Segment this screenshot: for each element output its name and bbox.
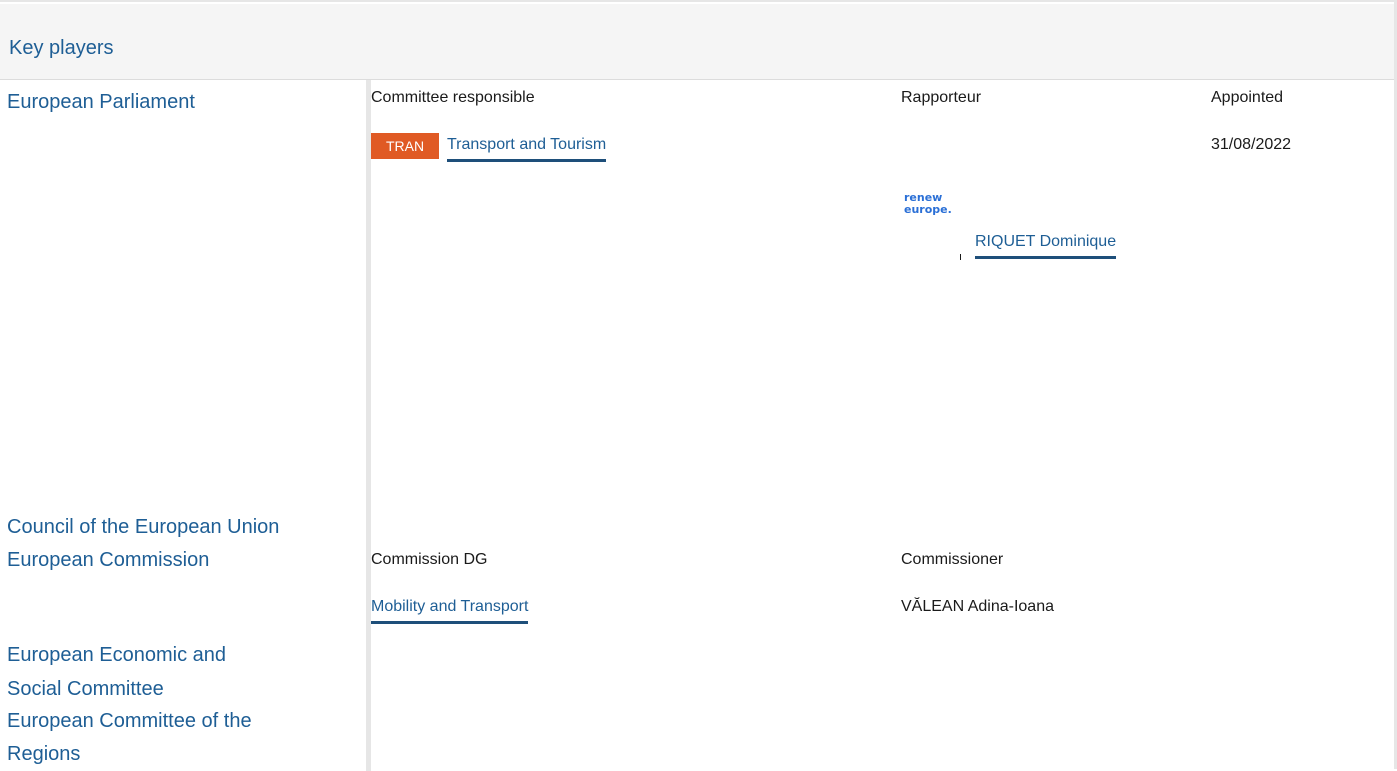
committee-responsible-header: Committee responsible (371, 89, 535, 106)
committee-tag-badge: TRAN (371, 133, 439, 159)
key-players-panel: Key players European Parliament Council … (0, 0, 1397, 771)
commissioner-header: Commissioner (901, 551, 1004, 568)
appointed-header: Appointed (1211, 89, 1284, 106)
panel-header: Key players (0, 4, 1394, 80)
commissioner-name: VĂLEAN Adina-Ioana (901, 598, 1054, 615)
rapporteur-header: Rapporteur (901, 89, 982, 106)
renew-europe-logo: renew europe. (900, 188, 958, 250)
renew-europe-logo-text: renew europe. (904, 192, 952, 216)
column-divider (366, 80, 371, 771)
commission-dg-link[interactable]: Mobility and Transport (371, 598, 529, 624)
panel-title: Key players (9, 37, 114, 59)
player-cor-line1[interactable]: European Committee of the (7, 707, 252, 736)
player-european-parliament[interactable]: European Parliament (7, 88, 195, 117)
player-european-commission[interactable]: European Commission (7, 546, 209, 575)
commission-dg-header: Commission DG (371, 551, 488, 568)
player-eesc-line1[interactable]: European Economic and (7, 641, 226, 670)
committee-link[interactable]: Transport and Tourism (447, 136, 607, 162)
logo-baseline-mark (960, 254, 961, 260)
appointed-date: 31/08/2022 (1211, 136, 1292, 153)
player-council[interactable]: Council of the European Union (7, 513, 279, 542)
player-cor-line2[interactable]: Regions (7, 740, 80, 769)
rapporteur-link[interactable]: RIQUET Dominique (975, 233, 1117, 259)
logo-line-2: europe. (904, 203, 952, 216)
player-eesc-line2[interactable]: Social Committee (7, 675, 164, 704)
